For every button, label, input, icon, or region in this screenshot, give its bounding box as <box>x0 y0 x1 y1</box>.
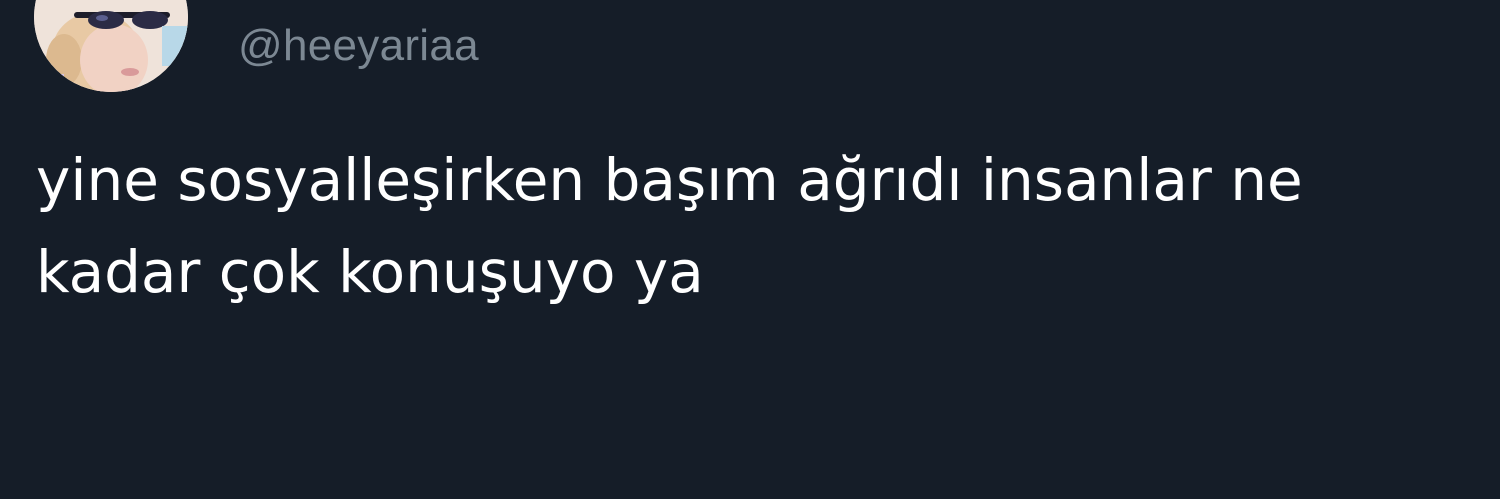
tweet-text: yine sosyalleşirken başım ağrıdı insanla… <box>36 134 1466 318</box>
tweet-card: @heeyariaa yine sosyalleşirken başım ağr… <box>0 0 1500 499</box>
avatar-photo <box>34 0 188 92</box>
username-handle[interactable]: @heeyariaa <box>238 18 479 74</box>
tweet-text-line: yine sosyalleşirken başım ağrıdı insanla… <box>36 146 1303 214</box>
avatar[interactable] <box>34 0 188 92</box>
tweet-text-line: kadar çok konuşuyo ya <box>36 238 704 306</box>
